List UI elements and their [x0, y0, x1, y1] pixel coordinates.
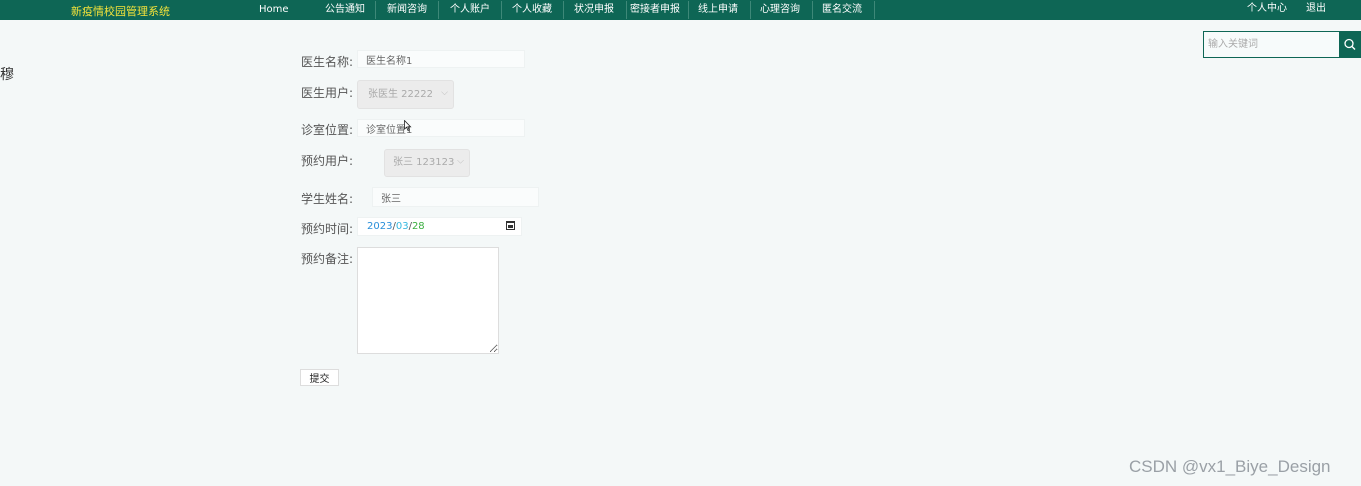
nav-divider	[438, 1, 439, 19]
date-year[interactable]: 2023	[367, 221, 392, 232]
chevron-down-icon: ⌵	[441, 87, 448, 98]
appoint-user-value: 张三 123123	[393, 157, 455, 168]
nav-news[interactable]: 新闻咨询	[387, 0, 427, 20]
nav-status-report[interactable]: 状况申报	[574, 0, 614, 20]
search-button[interactable]	[1339, 31, 1361, 58]
nav-anonymous-chat[interactable]: 匿名交流	[822, 0, 862, 20]
nav-divider	[688, 1, 689, 19]
search-icon	[1344, 38, 1356, 50]
mouse-cursor-icon	[404, 120, 412, 132]
doctor-name-field[interactable]	[357, 50, 525, 68]
nav-counseling[interactable]: 心理咨询	[760, 0, 800, 20]
nav-contact-report[interactable]: 密接者申报	[630, 0, 680, 20]
nav-online-apply[interactable]: 线上申请	[698, 0, 738, 20]
nav-divider	[874, 1, 875, 19]
doctor-name-label: 医生名称:	[301, 55, 354, 69]
date-day[interactable]: 28	[412, 221, 425, 232]
nav-divider	[750, 1, 751, 19]
search-input[interactable]	[1203, 31, 1341, 58]
nav-favorites[interactable]: 个人收藏	[512, 0, 552, 20]
date-month[interactable]: 03	[396, 221, 409, 232]
doctor-user-select[interactable]: 张医生 22222 ⌵	[357, 80, 454, 109]
student-name-field[interactable]	[372, 187, 539, 207]
stray-text: 穆	[0, 67, 14, 83]
nav-divider	[501, 1, 502, 19]
watermark: CSDN @vx1_Biye_Design	[1129, 457, 1331, 476]
site-brand[interactable]: 新疫情校园管理系统	[71, 3, 170, 19]
user-center-link[interactable]: 个人中心	[1247, 0, 1287, 20]
appoint-user-select[interactable]: 张三 123123 ⌵	[384, 149, 470, 177]
nav-divider	[375, 1, 376, 19]
nav-divider	[563, 1, 564, 19]
student-name-label: 学生姓名:	[301, 192, 354, 206]
room-label: 诊室位置:	[301, 123, 354, 137]
nav-divider	[812, 1, 813, 19]
nav-account[interactable]: 个人账户	[450, 0, 490, 20]
appoint-date-picker[interactable]: 2023/03/28	[357, 217, 522, 236]
chevron-down-icon: ⌵	[457, 156, 464, 167]
calendar-icon[interactable]	[506, 221, 515, 230]
submit-button[interactable]: 提交	[300, 369, 339, 386]
nav-divider	[626, 1, 627, 19]
doctor-user-value: 张医生 22222	[368, 89, 433, 100]
room-field[interactable]	[357, 119, 525, 137]
logout-link[interactable]: 退出	[1306, 0, 1326, 20]
notes-textarea[interactable]	[357, 247, 499, 354]
notes-label: 预约备注:	[301, 252, 354, 266]
appoint-user-label: 预约用户:	[301, 154, 354, 168]
top-navbar: 新疫情校园管理系统 Home 公告通知 新闻咨询 个人账户 个人收藏 状况申报 …	[0, 0, 1361, 20]
doctor-user-label: 医生用户:	[301, 86, 354, 100]
nav-notice[interactable]: 公告通知	[325, 0, 365, 20]
nav-home[interactable]: Home	[259, 0, 289, 20]
appoint-time-label: 预约时间:	[301, 222, 354, 236]
